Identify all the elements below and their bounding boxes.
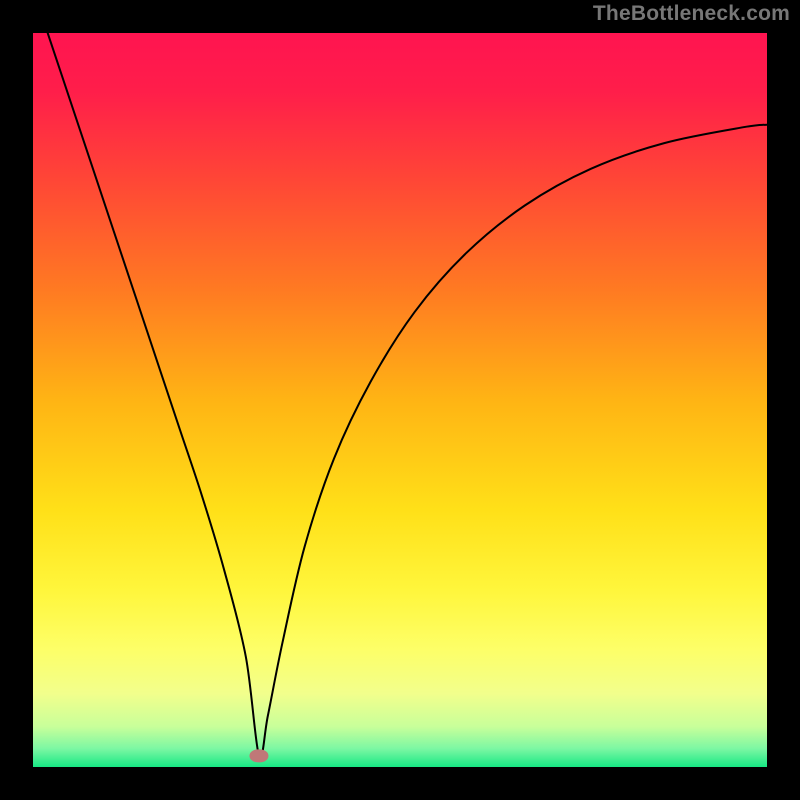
chart-frame: TheBottleneck.com — [0, 0, 800, 800]
watermark-text: TheBottleneck.com — [593, 2, 790, 26]
plot-area — [33, 33, 767, 767]
minimum-marker — [250, 749, 269, 762]
bottleneck-curve — [33, 33, 767, 767]
